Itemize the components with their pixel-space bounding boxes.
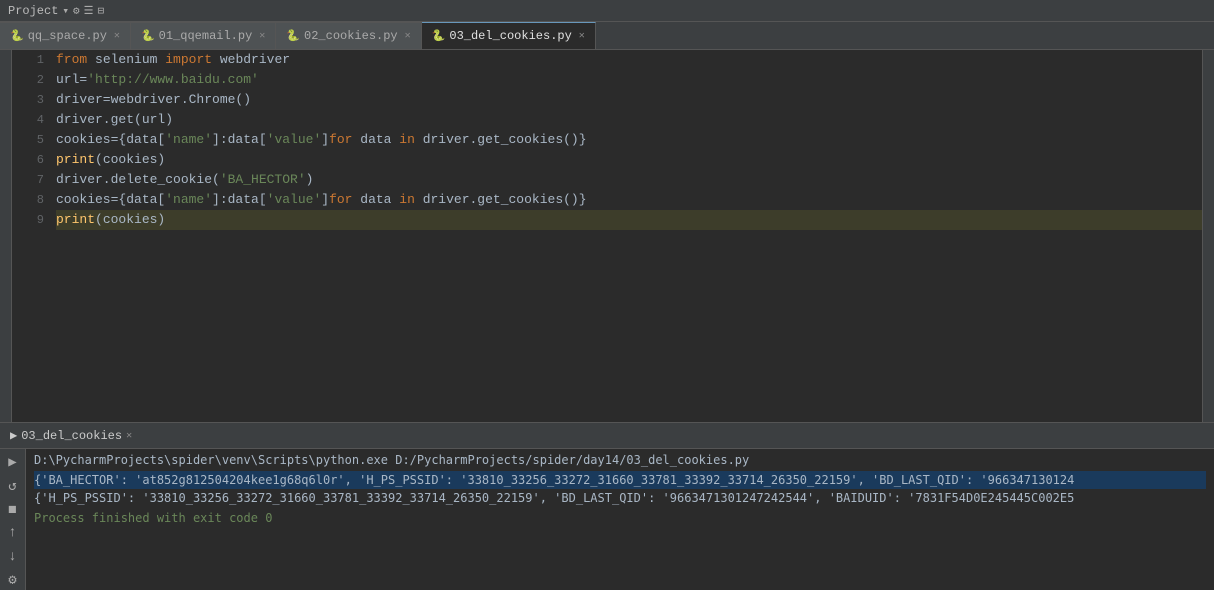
run-tab-label: 03_del_cookies xyxy=(21,429,122,443)
py-file-icon4: 🐍 xyxy=(432,29,446,43)
run-tab-del-cookies[interactable]: ▶ 03_del_cookies ✕ xyxy=(0,424,142,447)
dropdown-arrow-icon[interactable]: ▾ xyxy=(62,4,69,18)
tab-qq-space-close[interactable]: ✕ xyxy=(114,30,120,42)
run-content: ▶ ↺ ◼ ↑ ↓ ⚙ D:\PycharmProjects\spider\ve… xyxy=(0,449,1214,590)
run-tab-close[interactable]: ✕ xyxy=(126,430,132,442)
menu-icon[interactable]: ☰ xyxy=(84,4,94,18)
code-line-7: driver.delete_cookie('BA_HECTOR') xyxy=(56,170,1202,190)
py-file-icon: 🐍 xyxy=(10,29,24,43)
tab-cookies-label: 02_cookies.py xyxy=(304,29,398,43)
line-num-3: 3 xyxy=(12,90,52,110)
py-file-icon3: 🐍 xyxy=(286,29,300,43)
far-left-sidebar xyxy=(0,50,12,422)
line-num-1: 1 xyxy=(12,50,52,70)
top-bar-left: Project ▾ ⚙ ☰ ⊟ xyxy=(8,4,104,18)
run-output-line-2: {'H_PS_PSSID': '33810_33256_33272_31660_… xyxy=(34,489,1206,507)
run-play-button[interactable]: ▶ xyxy=(3,453,23,473)
line-num-5: 5 xyxy=(12,130,52,150)
project-label: Project xyxy=(8,4,58,18)
run-tabs: ▶ 03_del_cookies ✕ xyxy=(0,423,1214,449)
run-settings-button[interactable]: ⚙ xyxy=(3,571,23,590)
run-command: D:\PycharmProjects\spider\venv\Scripts\p… xyxy=(34,453,1206,467)
tab-del-cookies-label: 03_del_cookies.py xyxy=(449,29,571,43)
collapse-icon[interactable]: ⊟ xyxy=(98,4,105,18)
tab-del-cookies-close[interactable]: ✕ xyxy=(579,30,585,42)
tab-cookies[interactable]: 🐍 02_cookies.py ✕ xyxy=(276,22,421,49)
line-num-8: 8 xyxy=(12,190,52,210)
code-line-3: driver=webdriver.Chrome() xyxy=(56,90,1202,110)
run-scroll-up-button[interactable]: ↑ xyxy=(3,524,23,544)
run-left-icons: ▶ ↺ ◼ ↑ ↓ ⚙ xyxy=(0,449,26,590)
code-line-4: driver.get(url) xyxy=(56,110,1202,130)
run-output-line-1: {'BA_HECTOR': 'at852g812504204kee1g68q6l… xyxy=(34,471,1206,489)
code-line-9: print(cookies) xyxy=(56,210,1202,230)
tab-qqemail-close[interactable]: ✕ xyxy=(259,30,265,42)
code-area[interactable]: from selenium import webdriver url='http… xyxy=(52,50,1202,422)
tab-qq-space[interactable]: 🐍 qq_space.py ✕ xyxy=(0,22,131,49)
tab-qq-space-label: qq_space.py xyxy=(28,29,107,43)
run-scroll-down-button[interactable]: ↓ xyxy=(3,547,23,567)
code-line-1: from selenium import webdriver xyxy=(56,50,1202,70)
line-num-7: 7 xyxy=(12,170,52,190)
line-numbers: 1 2 3 4 5 6 7 8 9 xyxy=(12,50,52,422)
run-output[interactable]: D:\PycharmProjects\spider\venv\Scripts\p… xyxy=(26,449,1214,590)
top-bar: Project ▾ ⚙ ☰ ⊟ xyxy=(0,0,1214,22)
py-file-icon2: 🐍 xyxy=(141,29,155,43)
code-line-2: url='http://www.baidu.com' xyxy=(56,70,1202,90)
line-num-6: 6 xyxy=(12,150,52,170)
tab-del-cookies[interactable]: 🐍 03_del_cookies.py ✕ xyxy=(422,22,596,49)
line-num-2: 2 xyxy=(12,70,52,90)
editor-container: 1 2 3 4 5 6 7 8 9 from selenium import w… xyxy=(12,50,1202,422)
tabs-row: 🐍 qq_space.py ✕ 🐍 01_qqemail.py ✕ 🐍 02_c… xyxy=(0,22,1214,50)
tab-cookies-close[interactable]: ✕ xyxy=(405,30,411,42)
run-rerun-button[interactable]: ↺ xyxy=(3,477,23,497)
settings-icon[interactable]: ⚙ xyxy=(73,4,80,18)
run-icon: ▶ xyxy=(10,428,17,443)
code-line-8: cookies={data['name']:data['value']for d… xyxy=(56,190,1202,210)
main-area: 1 2 3 4 5 6 7 8 9 from selenium import w… xyxy=(0,50,1214,422)
run-finish-message: Process finished with exit code 0 xyxy=(34,511,1206,525)
tab-qqemail-label: 01_qqemail.py xyxy=(159,29,253,43)
line-num-9: 9 xyxy=(12,210,52,230)
code-line-5: cookies={data['name']:data['value']for d… xyxy=(56,130,1202,150)
code-line-6: print(cookies) xyxy=(56,150,1202,170)
tab-qqemail[interactable]: 🐍 01_qqemail.py ✕ xyxy=(131,22,276,49)
line-num-4: 4 xyxy=(12,110,52,130)
right-sidebar xyxy=(1202,50,1214,422)
run-panel: ▶ 03_del_cookies ✕ ▶ ↺ ◼ ↑ ↓ ⚙ D:\Pychar… xyxy=(0,422,1214,590)
run-stop-button[interactable]: ◼ xyxy=(3,500,23,520)
